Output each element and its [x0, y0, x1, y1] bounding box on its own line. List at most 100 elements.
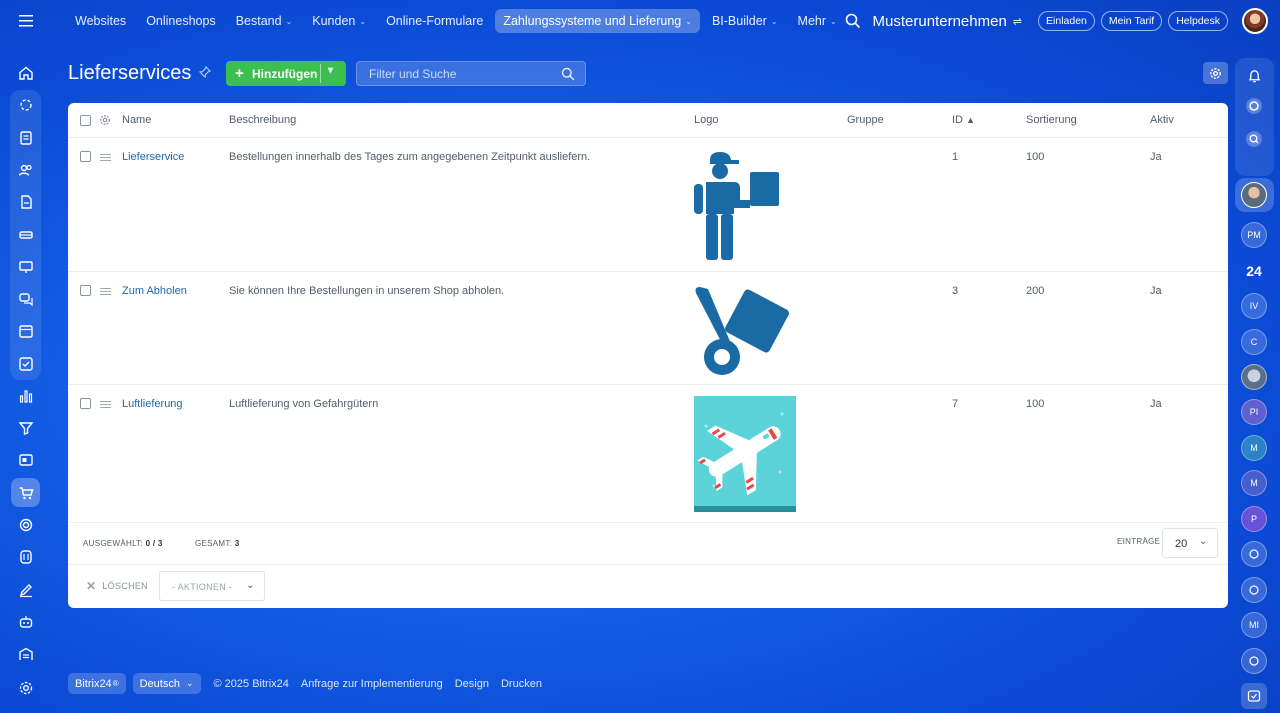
column-settings-gear-icon[interactable] [99, 113, 111, 131]
row-name-link[interactable]: Zum Abholen [122, 285, 187, 297]
actions-select[interactable]: - AKTIONEN - ⌄ [159, 571, 265, 601]
bitrix24-icon[interactable]: 24 [1241, 258, 1267, 284]
table-row[interactable]: Luftlieferung Luftlieferung von Gefahrgü… [68, 385, 1228, 523]
row-id: 3 [952, 285, 959, 297]
sites-icon[interactable] [11, 445, 40, 474]
contacts-icon[interactable] [11, 155, 40, 184]
chat-avatar-5[interactable]: M [1241, 435, 1267, 461]
column-header-group[interactable]: Gruppe [847, 114, 884, 126]
column-header-logo[interactable]: Logo [694, 114, 718, 126]
goals-icon[interactable] [11, 510, 40, 539]
shop-cart-icon[interactable] [11, 478, 40, 507]
column-header-sort[interactable]: Sortierung [1026, 114, 1077, 126]
copilot-icon[interactable] [1241, 93, 1267, 119]
chevron-down-icon: ⌄ [285, 16, 293, 26]
chat-avatar-6[interactable]: M [1241, 470, 1267, 496]
chat-avatar-7[interactable]: P [1241, 506, 1267, 532]
helpdesk-button[interactable]: Helpdesk [1168, 11, 1228, 31]
implementation-request-link[interactable]: Anfrage zur Implementierung [301, 678, 443, 690]
automation-icon[interactable] [11, 542, 40, 571]
search-icon[interactable] [561, 67, 575, 81]
entries-per-page-select[interactable]: 20 ⌄ [1162, 528, 1218, 558]
column-header-active[interactable]: Aktiv [1150, 114, 1174, 126]
add-button[interactable]: + Hinzufügen ▾ [226, 61, 346, 86]
chat-group-icon-3[interactable] [1241, 648, 1267, 674]
language-select[interactable]: Deutsch ⌄ [132, 673, 201, 694]
chat-group-icon-1[interactable] [1241, 541, 1267, 567]
notifications-bell-icon[interactable] [1241, 62, 1267, 88]
support-icon[interactable] [1241, 683, 1267, 709]
bot-icon[interactable] [11, 607, 40, 636]
search-icon[interactable] [845, 13, 861, 29]
row-checkbox[interactable] [80, 285, 91, 296]
user-avatar[interactable] [1242, 8, 1268, 34]
company-settings-icon[interactable]: ⇌ [1013, 15, 1022, 28]
current-user-avatar[interactable] [1241, 182, 1267, 208]
column-header-id[interactable]: ID ▲ [952, 114, 975, 126]
filter-search-input[interactable] [357, 62, 557, 85]
topnav-item-4[interactable]: Online-Formulare [378, 9, 491, 33]
analytics-icon[interactable] [11, 381, 40, 410]
drag-handle-icon[interactable] [100, 401, 111, 408]
table-row[interactable]: Lieferservice Bestellungen innerhalb des… [68, 138, 1228, 272]
delete-label: LÖSCHEN [102, 581, 148, 591]
table-row[interactable]: Zum Abholen Sie können Ihre Bestellungen… [68, 272, 1228, 385]
total-value: 3 [234, 539, 240, 548]
presentation-icon[interactable] [11, 252, 40, 281]
topnav-item-3[interactable]: Kunden ⌄ [304, 9, 374, 33]
chat-icon[interactable] [11, 284, 40, 313]
funnel-icon[interactable] [11, 413, 40, 442]
topnav-item-label: Kunden [312, 14, 356, 28]
airplane-image [694, 396, 796, 517]
row-checkbox[interactable] [80, 398, 91, 409]
invite-button[interactable]: Einladen [1038, 11, 1095, 31]
chat-avatar-8[interactable]: MI [1241, 612, 1267, 638]
topnav-item-2[interactable]: Bestand ⌄ [228, 9, 301, 33]
delivery-services-panel: Name Beschreibung Logo Gruppe ID ▲ Sorti… [68, 103, 1228, 608]
design-link[interactable]: Design [455, 678, 489, 690]
row-sort: 200 [1026, 285, 1045, 297]
menu-burger-icon[interactable] [0, 0, 51, 42]
chat-avatar-4[interactable]: PI [1241, 399, 1267, 425]
home-icon[interactable] [11, 58, 40, 87]
chevron-down-icon: ⌄ [246, 580, 255, 591]
marketing-icon[interactable] [11, 90, 40, 119]
drag-handle-icon[interactable] [100, 154, 111, 161]
topnav-item-6[interactable]: BI-Builder ⌄ [704, 9, 786, 33]
calendar-icon[interactable] [11, 316, 40, 345]
select-all-checkbox[interactable] [80, 115, 91, 126]
row-checkbox[interactable] [80, 151, 91, 162]
print-link[interactable]: Drucken [501, 678, 542, 690]
chat-group-icon-2[interactable] [1241, 577, 1267, 603]
search-chat-icon[interactable] [1241, 126, 1267, 152]
hand-truck-icon [694, 283, 800, 382]
topnav-item-1[interactable]: Onlineshops [138, 9, 224, 33]
store-icon[interactable] [11, 639, 40, 668]
drag-handle-icon[interactable] [100, 288, 111, 295]
my-tariff-button[interactable]: Mein Tarif [1100, 11, 1163, 31]
topnav-item-0[interactable]: Websites [67, 9, 134, 33]
sign-icon[interactable] [11, 575, 40, 604]
documents-icon[interactable] [11, 187, 40, 216]
company-name[interactable]: Musterunternehmen [873, 13, 1007, 30]
list-settings-button[interactable] [1203, 62, 1228, 84]
chat-avatar-photo[interactable] [1241, 364, 1267, 390]
pin-icon[interactable] [199, 66, 212, 81]
column-header-description[interactable]: Beschreibung [229, 114, 296, 126]
bitrix24-brand-button[interactable]: Bitrix24 ® [68, 673, 126, 694]
feed-icon[interactable] [11, 123, 40, 152]
row-name-link[interactable]: Lieferservice [122, 151, 184, 163]
column-header-name[interactable]: Name [122, 114, 151, 126]
topnav-item-5[interactable]: Zahlungssysteme und Lieferung ⌄ [495, 9, 700, 33]
tasks-icon[interactable] [11, 349, 40, 378]
chat-avatar-2[interactable]: IV [1241, 293, 1267, 319]
chat-avatar-1[interactable]: PM [1241, 222, 1267, 248]
chevron-down-icon[interactable]: ▾ [328, 65, 333, 76]
settings-gear-icon[interactable] [11, 673, 40, 702]
topnav-item-7[interactable]: Mehr ⌄ [790, 9, 845, 33]
inventory-icon[interactable] [11, 220, 40, 249]
chat-avatar-3[interactable]: C [1241, 329, 1267, 355]
row-name-link[interactable]: Luftlieferung [122, 398, 183, 410]
delete-button[interactable]: ✕ LÖSCHEN [86, 579, 148, 593]
page-title: Lieferservices [68, 62, 192, 84]
